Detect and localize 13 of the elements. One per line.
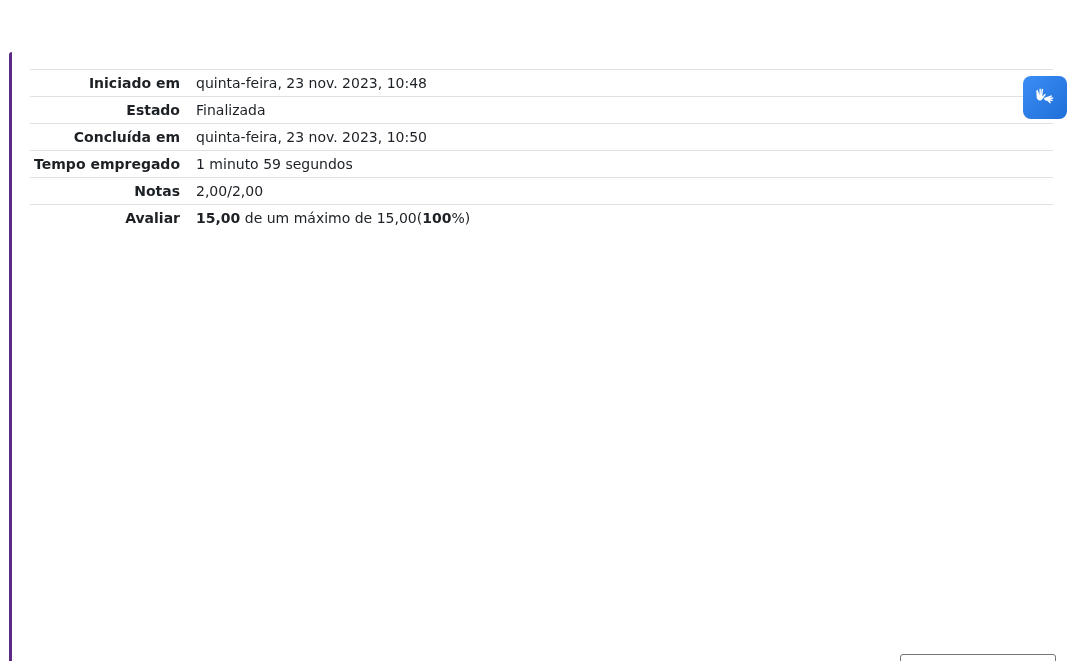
field-label: Avaliar [30,204,188,231]
field-value: quinta-feira, 23 nov. 2023, 10:48 [188,69,1053,97]
field-value: 1 minuto 59 segundos [188,150,1053,178]
sign-language-button[interactable] [1023,76,1067,119]
field-label: Estado [30,96,188,124]
field-label: Notas [30,177,188,205]
field-value: 2,00/2,00 [188,177,1053,205]
field-value: Finalizada [188,96,1053,124]
field-value: 15,00 de um máximo de 15,00(100%) [188,204,1053,231]
field-label: Concluída em [30,123,188,151]
field-label: Tempo empregado [30,150,188,178]
field-value: quinta-feira, 23 nov. 2023, 10:50 [188,123,1053,151]
field-label: Iniciado em [30,69,188,97]
